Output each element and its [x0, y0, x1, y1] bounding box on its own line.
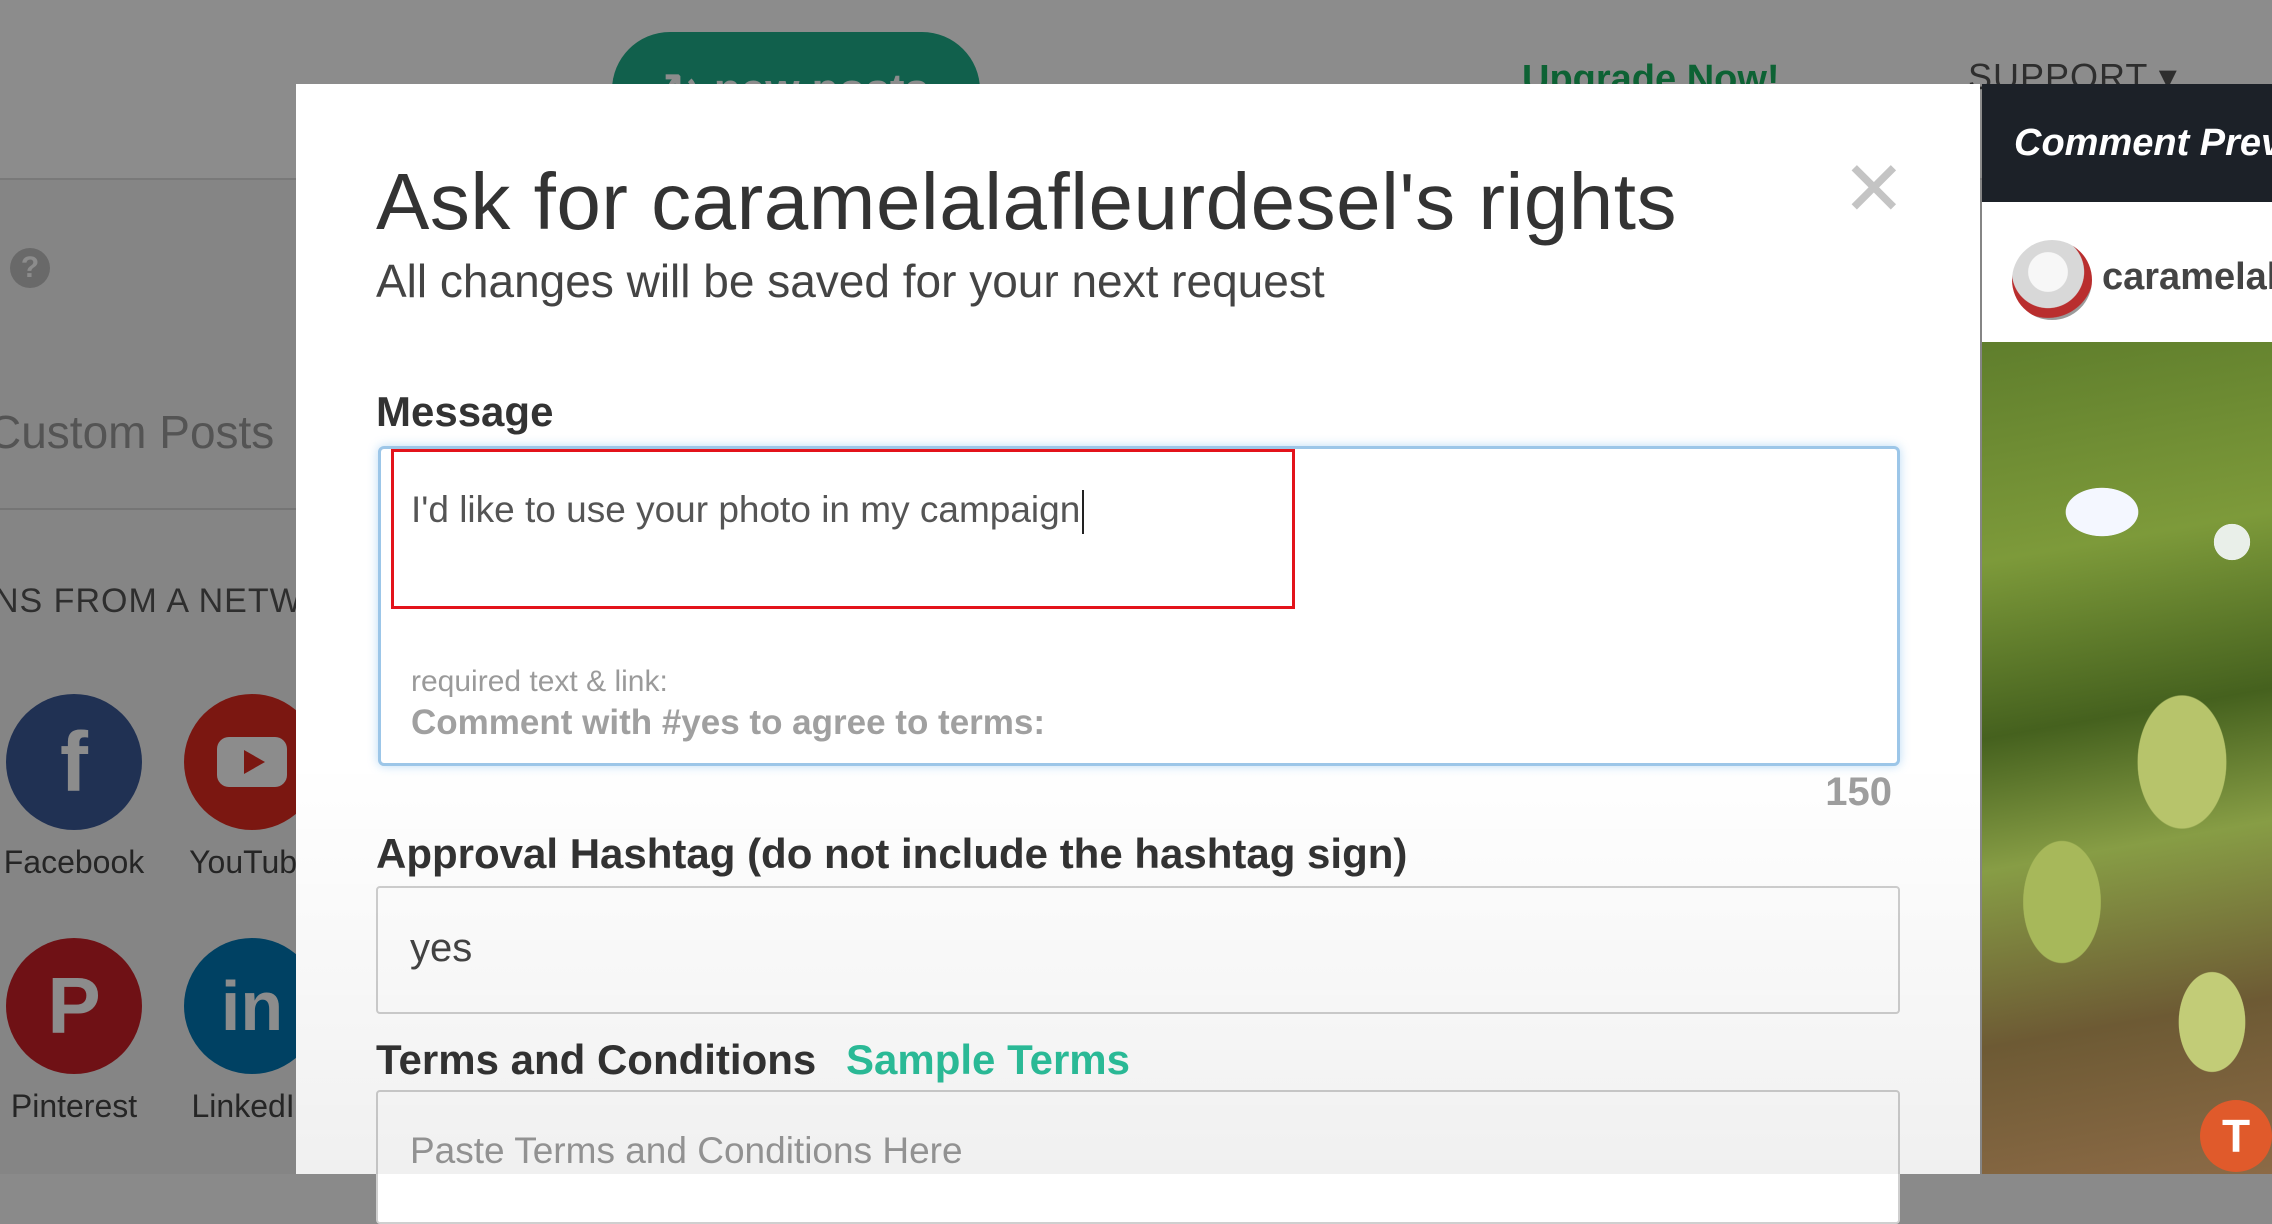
- character-count: 150: [1825, 770, 1892, 814]
- comment-preview-panel: Comment Preview caramelalafleurdesel: [1982, 84, 2272, 1174]
- terms-textarea[interactable]: Paste Terms and Conditions Here: [376, 1090, 1900, 1224]
- app-badge-icon[interactable]: T: [2200, 1100, 2272, 1172]
- message-textarea[interactable]: I'd like to use your photo in my campaig…: [378, 446, 1900, 766]
- modal-title: Ask for caramelalafleurdesel's rights: [376, 157, 1677, 246]
- required-text: Comment with #yes to agree to terms:: [411, 703, 1046, 742]
- preview-username: caramelalafleurdesel: [2102, 256, 2272, 298]
- message-text: I'd like to use your photo in my campaig…: [411, 489, 1085, 535]
- preview-title: Comment Preview: [2014, 122, 2272, 164]
- required-text-label: required text & link:: [411, 665, 668, 698]
- modal-subtitle: All changes will be saved for your next …: [376, 255, 1325, 307]
- preview-header: Comment Preview: [1982, 84, 2272, 202]
- close-icon[interactable]: ✕: [1842, 152, 1906, 228]
- terms-label: Terms and Conditions: [376, 1036, 817, 1083]
- message-label: Message: [376, 388, 554, 435]
- text-caret: [1082, 490, 1085, 535]
- hashtag-input[interactable]: yes: [376, 886, 1900, 1014]
- hashtag-value: yes: [410, 926, 473, 970]
- sample-terms-link[interactable]: Sample Terms: [846, 1036, 1130, 1084]
- avatar: [2012, 240, 2092, 320]
- request-rights-modal: Ask for caramelalafleurdesel's rights Al…: [296, 84, 1980, 1224]
- terms-placeholder: Paste Terms and Conditions Here: [410, 1130, 963, 1171]
- hashtag-label: Approval Hashtag (do not include the has…: [376, 830, 1408, 877]
- preview-user-row: caramelalafleurdesel: [1982, 202, 2272, 344]
- preview-photo: [1982, 342, 2272, 1174]
